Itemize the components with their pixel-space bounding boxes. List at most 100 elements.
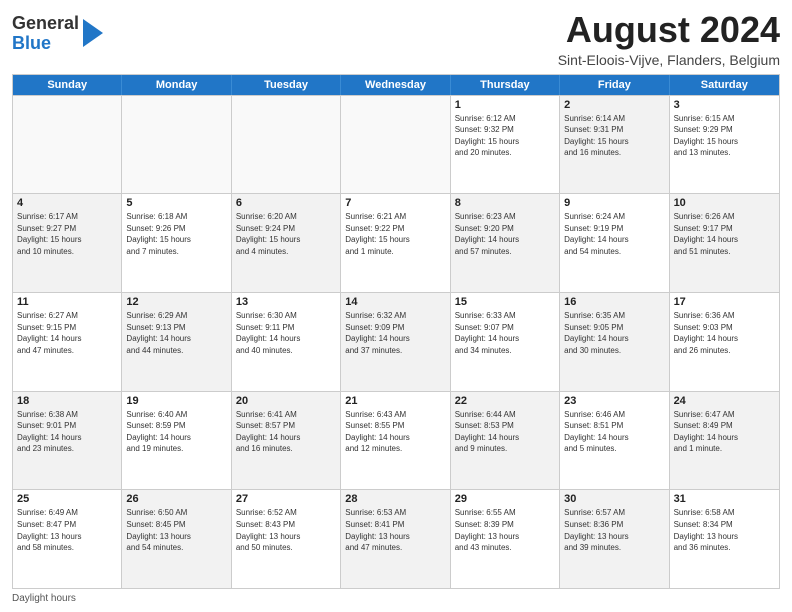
day-number: 19 bbox=[126, 395, 226, 407]
day-number: 25 bbox=[17, 493, 117, 505]
logo-general-text: General bbox=[12, 14, 79, 34]
main-title: August 2024 bbox=[558, 10, 780, 50]
day-number: 24 bbox=[674, 395, 775, 407]
day-number: 7 bbox=[345, 197, 445, 209]
cal-week-3: 11 Sunrise: 6:27 AM Sunset: 9:15 PM Dayli… bbox=[13, 292, 779, 391]
cal-cell: 8 Sunrise: 6:23 AM Sunset: 9:20 PM Daylig… bbox=[451, 194, 560, 292]
day-number: 8 bbox=[455, 197, 555, 209]
day-info: Sunrise: 6:50 AM Sunset: 8:45 PM Dayligh… bbox=[126, 507, 226, 553]
cal-cell: 31 Sunrise: 6:58 AM Sunset: 8:34 PM Dayli… bbox=[670, 490, 779, 588]
day-info: Sunrise: 6:30 AM Sunset: 9:11 PM Dayligh… bbox=[236, 310, 336, 356]
cal-header-cell-sunday: Sunday bbox=[13, 75, 122, 95]
day-info: Sunrise: 6:55 AM Sunset: 8:39 PM Dayligh… bbox=[455, 507, 555, 553]
day-number: 4 bbox=[17, 197, 117, 209]
day-info: Sunrise: 6:29 AM Sunset: 9:13 PM Dayligh… bbox=[126, 310, 226, 356]
cal-week-2: 4 Sunrise: 6:17 AM Sunset: 9:27 PM Daylig… bbox=[13, 193, 779, 292]
day-info: Sunrise: 6:36 AM Sunset: 9:03 PM Dayligh… bbox=[674, 310, 775, 356]
cal-cell bbox=[13, 96, 122, 194]
day-number: 10 bbox=[674, 197, 775, 209]
cal-cell: 4 Sunrise: 6:17 AM Sunset: 9:27 PM Daylig… bbox=[13, 194, 122, 292]
page: General Blue August 2024 Sint-Eloois-Vij… bbox=[0, 0, 792, 612]
subtitle: Sint-Eloois-Vijve, Flanders, Belgium bbox=[558, 52, 780, 68]
day-info: Sunrise: 6:14 AM Sunset: 9:31 PM Dayligh… bbox=[564, 113, 664, 159]
cal-cell: 15 Sunrise: 6:33 AM Sunset: 9:07 PM Dayli… bbox=[451, 293, 560, 391]
day-info: Sunrise: 6:26 AM Sunset: 9:17 PM Dayligh… bbox=[674, 211, 775, 257]
footer: Daylight hours bbox=[12, 593, 780, 604]
cal-cell: 6Sunrise: 6:20 AM Sunset: 9:24 PM Daylig… bbox=[232, 194, 341, 292]
day-info: Sunrise: 6:57 AM Sunset: 8:36 PM Dayligh… bbox=[564, 507, 664, 553]
logo: General Blue bbox=[12, 14, 103, 54]
day-info: Sunrise: 6:18 AM Sunset: 9:26 PM Dayligh… bbox=[126, 211, 226, 257]
day-number: 13 bbox=[236, 296, 336, 308]
cal-cell: 3 Sunrise: 6:15 AM Sunset: 9:29 PM Daylig… bbox=[670, 96, 779, 194]
day-number: 1 bbox=[455, 99, 555, 111]
day-info: Sunrise: 6:17 AM Sunset: 9:27 PM Dayligh… bbox=[17, 211, 117, 257]
cal-cell: 26Sunrise: 6:50 AM Sunset: 8:45 PM Dayli… bbox=[122, 490, 231, 588]
daylight-label: Daylight hours bbox=[12, 593, 76, 604]
day-number: 20 bbox=[236, 395, 336, 407]
day-info: Sunrise: 6:15 AM Sunset: 9:29 PM Dayligh… bbox=[674, 113, 775, 159]
day-number: 17 bbox=[674, 296, 775, 308]
logo-icon bbox=[83, 19, 103, 47]
title-block: August 2024 Sint-Eloois-Vijve, Flanders,… bbox=[558, 10, 780, 68]
day-number: 28 bbox=[345, 493, 445, 505]
cal-header-cell-monday: Monday bbox=[122, 75, 231, 95]
cal-cell: 18 Sunrise: 6:38 AM Sunset: 9:01 PM Dayli… bbox=[13, 392, 122, 490]
day-number: 16 bbox=[564, 296, 664, 308]
cal-cell: 16Sunrise: 6:35 AM Sunset: 9:05 PM Dayli… bbox=[560, 293, 669, 391]
day-info: Sunrise: 6:21 AM Sunset: 9:22 PM Dayligh… bbox=[345, 211, 445, 257]
cal-cell: 13 Sunrise: 6:30 AM Sunset: 9:11 PM Dayli… bbox=[232, 293, 341, 391]
cal-cell: 2 Sunrise: 6:14 AM Sunset: 9:31 PM Daylig… bbox=[560, 96, 669, 194]
logo-text: General Blue bbox=[12, 14, 79, 54]
day-number: 21 bbox=[345, 395, 445, 407]
cal-cell: 12 Sunrise: 6:29 AM Sunset: 9:13 PM Dayli… bbox=[122, 293, 231, 391]
cal-cell: 19 Sunrise: 6:40 AM Sunset: 8:59 PM Dayli… bbox=[122, 392, 231, 490]
day-info: Sunrise: 6:46 AM Sunset: 8:51 PM Dayligh… bbox=[564, 409, 664, 455]
day-number: 3 bbox=[674, 99, 775, 111]
cal-cell: 23 Sunrise: 6:46 AM Sunset: 8:51 PM Dayli… bbox=[560, 392, 669, 490]
day-info: Sunrise: 6:47 AM Sunset: 8:49 PM Dayligh… bbox=[674, 409, 775, 455]
cal-cell: 21 Sunrise: 6:43 AM Sunset: 8:55 PM Dayli… bbox=[341, 392, 450, 490]
day-number: 12 bbox=[126, 296, 226, 308]
day-number: 2 bbox=[564, 99, 664, 111]
cal-cell: 29 Sunrise: 6:55 AM Sunset: 8:39 PM Dayli… bbox=[451, 490, 560, 588]
cal-cell: 25Sunrise: 6:49 AM Sunset: 8:47 PM Dayli… bbox=[13, 490, 122, 588]
day-number: 14 bbox=[345, 296, 445, 308]
cal-header-cell-saturday: Saturday bbox=[670, 75, 779, 95]
day-number: 18 bbox=[17, 395, 117, 407]
day-info: Sunrise: 6:27 AM Sunset: 9:15 PM Dayligh… bbox=[17, 310, 117, 356]
day-info: Sunrise: 6:33 AM Sunset: 9:07 PM Dayligh… bbox=[455, 310, 555, 356]
day-info: Sunrise: 6:58 AM Sunset: 8:34 PM Dayligh… bbox=[674, 507, 775, 553]
calendar-header-row: SundayMondayTuesdayWednesdayThursdayFrid… bbox=[13, 75, 779, 95]
day-info: Sunrise: 6:53 AM Sunset: 8:41 PM Dayligh… bbox=[345, 507, 445, 553]
cal-header-cell-wednesday: Wednesday bbox=[341, 75, 450, 95]
day-number: 11 bbox=[17, 296, 117, 308]
day-number: 29 bbox=[455, 493, 555, 505]
header: General Blue August 2024 Sint-Eloois-Vij… bbox=[12, 10, 780, 68]
cal-cell: 7 Sunrise: 6:21 AM Sunset: 9:22 PM Daylig… bbox=[341, 194, 450, 292]
cal-cell bbox=[232, 96, 341, 194]
day-number: 31 bbox=[674, 493, 775, 505]
day-number: 15 bbox=[455, 296, 555, 308]
day-number: 30 bbox=[564, 493, 664, 505]
day-info: Sunrise: 6:38 AM Sunset: 9:01 PM Dayligh… bbox=[17, 409, 117, 455]
day-info: Sunrise: 6:12 AM Sunset: 9:32 PM Dayligh… bbox=[455, 113, 555, 159]
day-number: 22 bbox=[455, 395, 555, 407]
day-info: Sunrise: 6:41 AM Sunset: 8:57 PM Dayligh… bbox=[236, 409, 336, 455]
day-number: 27 bbox=[236, 493, 336, 505]
cal-cell: 9 Sunrise: 6:24 AM Sunset: 9:19 PM Daylig… bbox=[560, 194, 669, 292]
cal-cell: 27Sunrise: 6:52 AM Sunset: 8:43 PM Dayli… bbox=[232, 490, 341, 588]
cal-header-cell-tuesday: Tuesday bbox=[232, 75, 341, 95]
day-info: Sunrise: 6:43 AM Sunset: 8:55 PM Dayligh… bbox=[345, 409, 445, 455]
cal-cell bbox=[341, 96, 450, 194]
cal-cell: 22Sunrise: 6:44 AM Sunset: 8:53 PM Dayli… bbox=[451, 392, 560, 490]
day-number: 9 bbox=[564, 197, 664, 209]
day-info: Sunrise: 6:40 AM Sunset: 8:59 PM Dayligh… bbox=[126, 409, 226, 455]
day-number: 23 bbox=[564, 395, 664, 407]
cal-week-4: 18 Sunrise: 6:38 AM Sunset: 9:01 PM Dayli… bbox=[13, 391, 779, 490]
logo-blue-text: Blue bbox=[12, 34, 79, 54]
cal-cell: 11 Sunrise: 6:27 AM Sunset: 9:15 PM Dayli… bbox=[13, 293, 122, 391]
day-info: Sunrise: 6:24 AM Sunset: 9:19 PM Dayligh… bbox=[564, 211, 664, 257]
day-info: Sunrise: 6:23 AM Sunset: 9:20 PM Dayligh… bbox=[455, 211, 555, 257]
cal-cell bbox=[122, 96, 231, 194]
